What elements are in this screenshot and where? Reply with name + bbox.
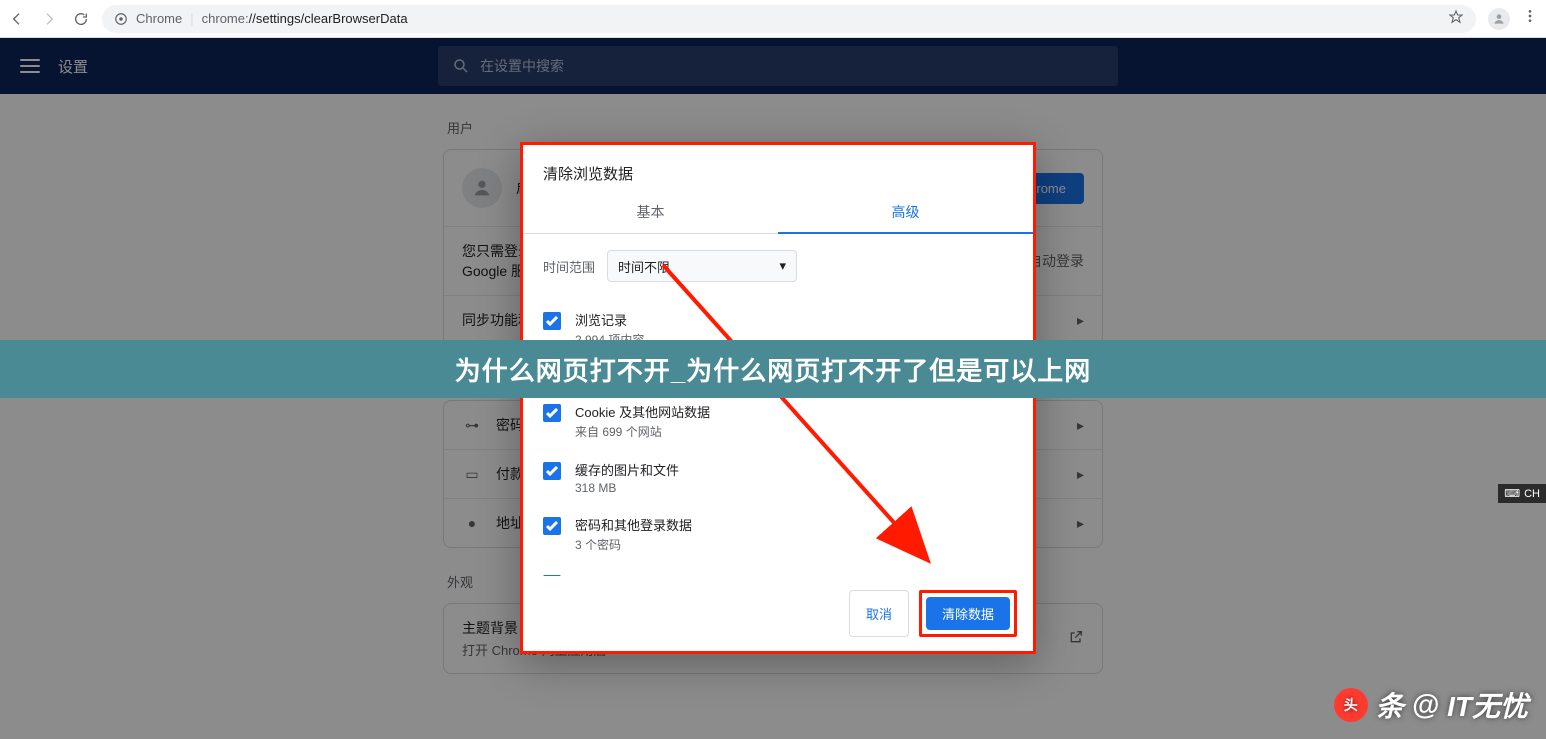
reload-icon[interactable] (72, 10, 90, 28)
card-icon: ▭ (462, 466, 482, 483)
site-info-icon (114, 12, 128, 26)
address-bar[interactable]: Chrome | chrome://settings/clearBrowserD… (102, 5, 1476, 33)
forward-icon[interactable] (40, 10, 58, 28)
ime-indicator: ⌨CH (1498, 484, 1546, 503)
browser-menu-icon[interactable] (1522, 8, 1538, 29)
time-range-label: 时间范围 (543, 257, 595, 276)
tab-advanced[interactable]: 高级 (778, 192, 1033, 234)
user-avatar-icon (462, 168, 502, 208)
article-title-banner: 为什么网页打不开_为什么网页打不开了但是可以上网 (0, 340, 1546, 398)
check-cookies[interactable]: Cookie 及其他网站数据来自 699 个网站 (543, 392, 1013, 450)
dialog-body[interactable]: 时间范围 时间不限 ▾ 浏览记录2,994 项内容 Cookie 及其他网站数据… (523, 234, 1033, 576)
checkbox-checked-icon[interactable] (543, 312, 561, 330)
dialog-title: 清除浏览数据 (523, 145, 1033, 192)
check-cache[interactable]: 缓存的图片和文件318 MB (543, 450, 1013, 505)
check-passwords[interactable]: 密码和其他登录数据3 个密码 (543, 505, 1013, 563)
checkbox-checked-icon[interactable] (543, 462, 561, 480)
confirm-highlight: 清除数据 (919, 590, 1017, 637)
bookmark-star-icon[interactable] (1448, 9, 1464, 28)
back-icon[interactable] (8, 10, 26, 28)
chevron-right-icon: ▸ (1077, 312, 1084, 329)
external-link-icon (1068, 629, 1084, 648)
page-title: 设置 (58, 56, 88, 77)
settings-search[interactable] (438, 46, 1118, 86)
checkbox-checked-icon[interactable] (543, 575, 561, 576)
chevron-right-icon: ▸ (1077, 417, 1084, 434)
chevron-right-icon: ▸ (1077, 466, 1084, 483)
chevron-down-icon: ▾ (779, 258, 786, 274)
profile-avatar-icon[interactable] (1488, 8, 1510, 30)
menu-icon[interactable] (20, 59, 40, 73)
watermark: 头 条 @ IT无忧 (1334, 685, 1528, 725)
key-icon: ⊶ (462, 417, 482, 434)
watermark-badge: 头 (1334, 688, 1368, 722)
search-input[interactable] (480, 58, 1104, 74)
chevron-right-icon: ▸ (1077, 515, 1084, 532)
cancel-button[interactable]: 取消 (849, 590, 909, 637)
tab-basic[interactable]: 基本 (523, 192, 778, 234)
checkbox-checked-icon[interactable] (543, 517, 561, 535)
clear-data-dialog: 清除浏览数据 基本 高级 时间范围 时间不限 ▾ 浏览记录2,994 项内容 C… (520, 142, 1036, 654)
site-label: Chrome (136, 11, 182, 26)
checkbox-checked-icon[interactable] (543, 404, 561, 422)
clear-data-button[interactable]: 清除数据 (926, 597, 1010, 630)
search-icon (452, 57, 470, 75)
url-text: chrome://settings/clearBrowserData (202, 11, 408, 26)
section-user-label: 用户 (447, 118, 1103, 137)
check-autofill[interactable]: 自动填充表单数据 (543, 563, 1013, 576)
browser-toolbar: Chrome | chrome://settings/clearBrowserD… (0, 0, 1546, 38)
time-range-select[interactable]: 时间不限 ▾ (607, 250, 797, 282)
settings-header: 设置 (0, 38, 1546, 94)
location-icon: ● (462, 515, 482, 531)
